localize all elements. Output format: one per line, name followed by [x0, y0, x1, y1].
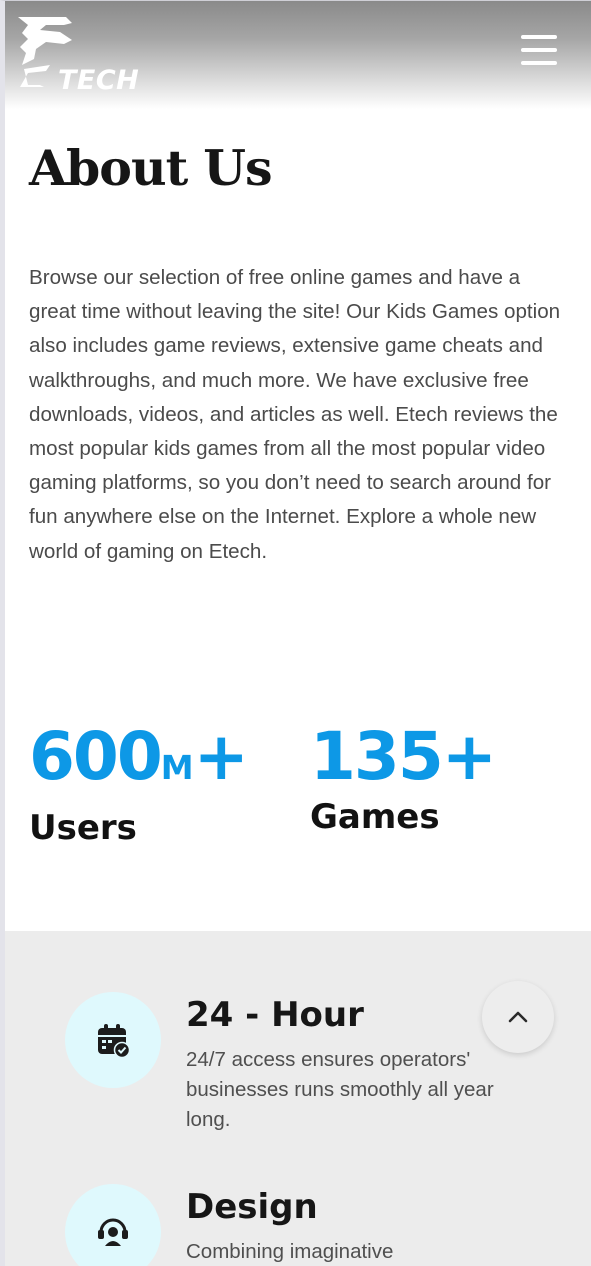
stat-value: 135+ [310, 718, 497, 795]
stat-games: 135+ Games [310, 717, 497, 837]
features-section: 24 - Hour 24/7 access ensures operators'… [5, 931, 591, 1266]
site-header: TECH [5, 1, 591, 109]
logo-text: TECH [58, 65, 140, 96]
calendar-check-icon [98, 1024, 131, 1058]
site-logo[interactable]: TECH [16, 13, 146, 96]
feature-icon-circle [65, 992, 161, 1088]
page-title: About Us [29, 139, 273, 197]
stat-label: Users [29, 808, 137, 848]
feature-title: Design [186, 1187, 318, 1227]
stat-value: 600M+ [29, 718, 249, 795]
feature-icon-circle [65, 1184, 161, 1266]
chevron-up-icon [508, 1011, 528, 1023]
about-description: Browse our selection of free online game… [29, 266, 561, 563]
feature-description: Combining imaginative [186, 1240, 394, 1263]
scroll-to-top-button[interactable] [482, 981, 554, 1053]
page: TECH About Us Browse our selection of fr… [0, 0, 591, 1266]
feature-description: 24/7 access ensures operators' businesse… [186, 1048, 494, 1131]
feature-title: 24 - Hour [186, 995, 364, 1035]
stat-users: 600M+ Users [29, 717, 249, 848]
hamburger-menu-icon[interactable] [519, 34, 559, 68]
stat-label: Games [310, 797, 440, 837]
headset-support-icon [98, 1218, 128, 1246]
